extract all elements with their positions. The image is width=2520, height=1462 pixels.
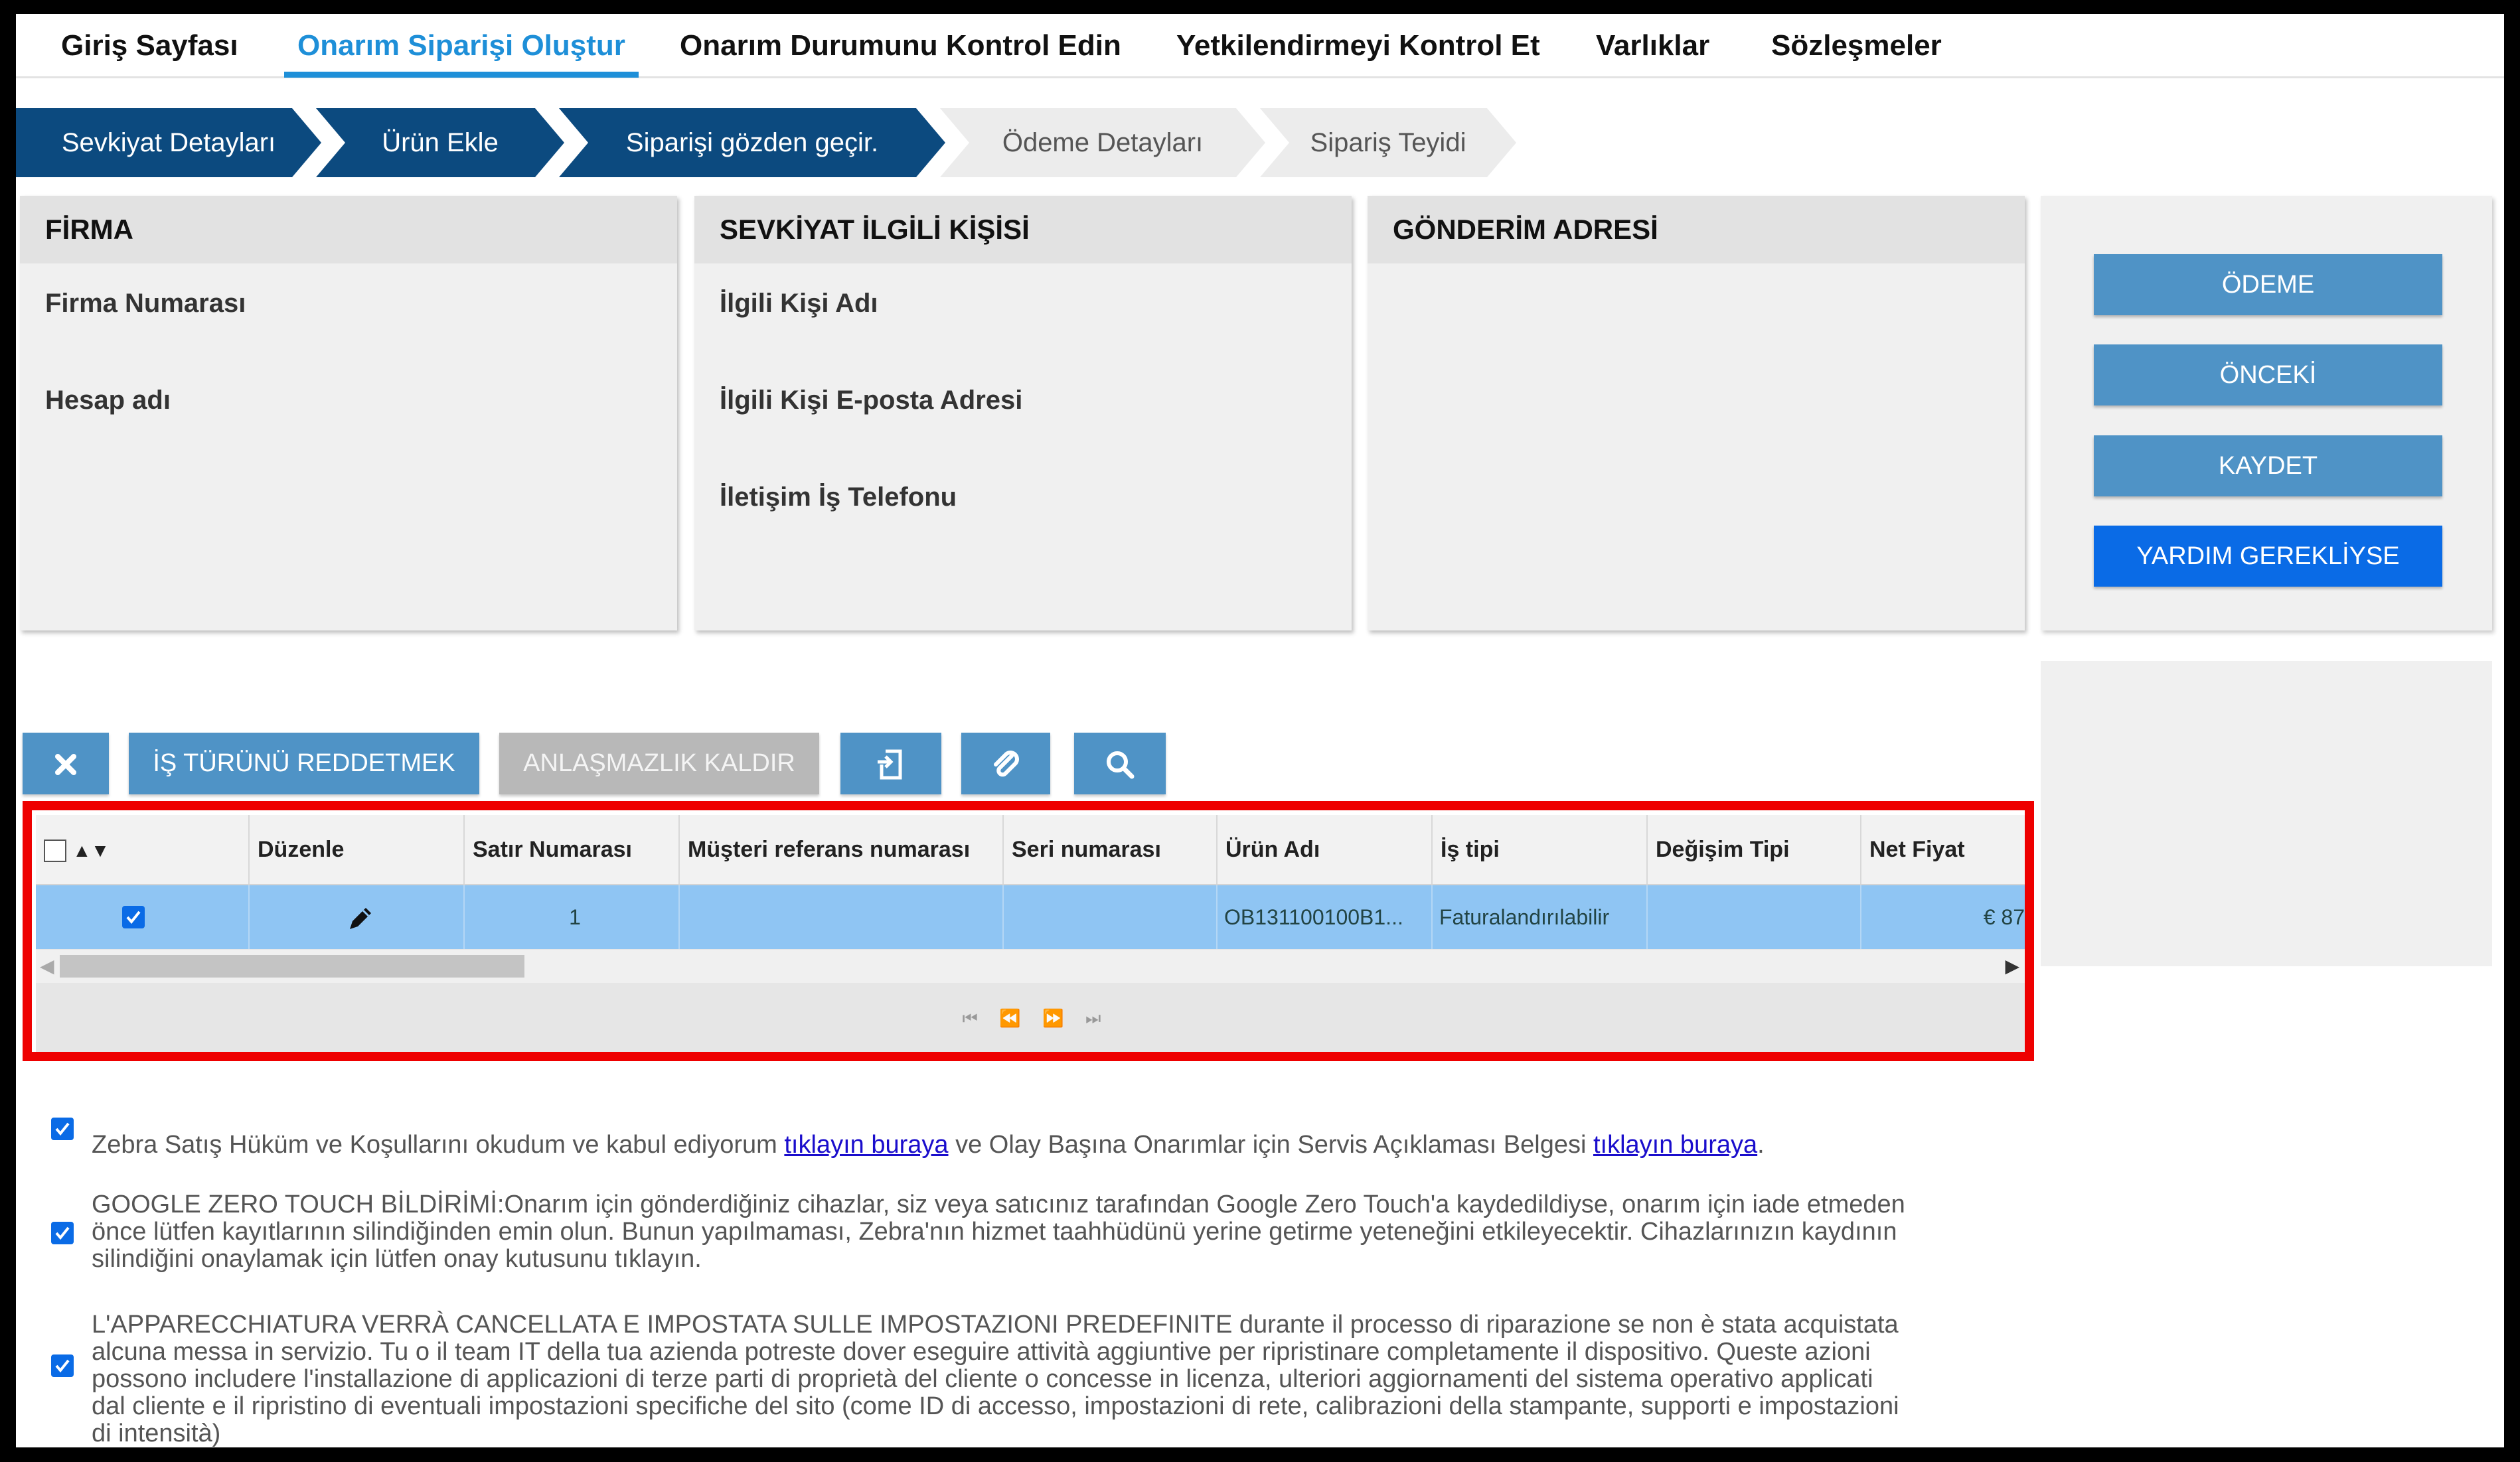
- attach-button[interactable]: [961, 733, 1050, 794]
- delete-button[interactable]: [23, 733, 109, 794]
- terms-text-part1: Zebra Satış Hüküm ve Koşullarını okudum …: [92, 1131, 785, 1159]
- company-number-label: Firma Numarası: [45, 289, 246, 318]
- factory-reset-line-5: di intensità): [92, 1420, 221, 1447]
- company-panel-title: FİRMA: [20, 196, 677, 263]
- screenshot-frame: Giriş Sayfası Onarım Siparişi Oluştur On…: [0, 0, 2520, 1462]
- zero-touch-line-2: önce lütfen kayıtlarının silindiğinden e…: [92, 1218, 1897, 1246]
- tab-create-repair-order[interactable]: Onarım Siparişi Oluştur: [284, 26, 639, 78]
- wizard-steps: Sevkiyat Detayları Ürün Ekle Siparişi gö…: [16, 108, 1516, 177]
- terms-text-part3: .: [1757, 1131, 1765, 1159]
- previous-button[interactable]: ÖNCEKİ: [2094, 344, 2442, 405]
- side-empty-area: [2041, 661, 2492, 966]
- contact-phone-label: İletişim İş Telefonu: [720, 482, 957, 512]
- zero-touch-checkbox[interactable]: [51, 1222, 74, 1244]
- factory-reset-line-2: alcuna messa in servizio. Tu o il team I…: [92, 1338, 1871, 1366]
- shipping-contact-title: SEVKİYAT İLGİLİ KİŞİSİ: [694, 196, 1352, 263]
- terms-text-part2: ve Olay Başına Onarımlar için Servis Açı…: [948, 1131, 1593, 1159]
- step-order-confirmation: Sipariş Teyidi: [1260, 108, 1516, 177]
- terms-text: Zebra Satış Hüküm ve Koşullarını okudum …: [92, 1132, 2043, 1159]
- step-shipping-details[interactable]: Sevkiyat Detayları: [16, 108, 321, 177]
- step-add-product[interactable]: Ürün Ekle: [316, 108, 564, 177]
- page: Giriş Sayfası Onarım Siparişi Oluştur On…: [16, 14, 2504, 1447]
- factory-reset-notice: L'APPARECCHIATURA VERRÀ CANCELLATA E IMP…: [92, 1311, 2043, 1447]
- import-button[interactable]: [840, 733, 941, 794]
- contact-email-label: İlgili Kişi E-posta Adresi: [720, 386, 1023, 415]
- factory-reset-checkbox[interactable]: [51, 1354, 74, 1377]
- action-panel: ÖDEME ÖNCEKİ KAYDET YARDIM GEREKLİYSE: [2041, 196, 2492, 630]
- reject-job-type-button[interactable]: İŞ TÜRÜNÜ REDDETMEK: [129, 733, 479, 794]
- step-payment-details: Ödeme Detayları: [940, 108, 1265, 177]
- company-panel: FİRMA Firma Numarası Hesap adı: [20, 196, 677, 630]
- zero-touch-line-1: GOOGLE ZERO TOUCH BİLDİRİMİ:Onarım için …: [92, 1191, 1905, 1218]
- help-button[interactable]: YARDIM GEREKLİYSE: [2094, 526, 2442, 587]
- top-nav: Giriş Sayfası Onarım Siparişi Oluştur On…: [16, 14, 2504, 78]
- factory-reset-line-1: L'APPARECCHIATURA VERRÀ CANCELLATA E IMP…: [92, 1311, 1899, 1339]
- import-icon: [878, 749, 902, 780]
- shipping-address-title: GÖNDERİM ADRESİ: [1368, 196, 2025, 263]
- factory-reset-line-3: possono includere l'installazione di app…: [92, 1365, 1873, 1393]
- shipping-address-panel: GÖNDERİM ADRESİ: [1368, 196, 2025, 630]
- tab-contracts[interactable]: Sözleşmeler: [1771, 26, 1942, 66]
- contact-name-label: İlgili Kişi Adı: [720, 289, 878, 318]
- payment-button[interactable]: ÖDEME: [2094, 254, 2442, 315]
- account-name-label: Hesap adı: [45, 386, 171, 415]
- search-icon: [1107, 751, 1135, 779]
- paperclip-icon: [994, 751, 1019, 777]
- tab-assets[interactable]: Varlıklar: [1596, 26, 1709, 66]
- close-icon: [55, 753, 76, 775]
- search-button[interactable]: [1074, 733, 1166, 794]
- zero-touch-line-3: silindiğini onaylamak için lütfen onay k…: [92, 1245, 702, 1273]
- remove-dispute-button: ANLAŞMAZLIK KALDIR: [499, 733, 819, 794]
- shipping-contact-panel: SEVKİYAT İLGİLİ KİŞİSİ İlgili Kişi Adı İ…: [694, 196, 1352, 630]
- zero-touch-notice: GOOGLE ZERO TOUCH BİLDİRİMİ:Onarım için …: [92, 1191, 2043, 1273]
- tab-check-authorization[interactable]: Yetkilendirmeyi Kontrol Et: [1176, 26, 1540, 66]
- factory-reset-line-4: dal cliente e il ripristino di eventuali…: [92, 1392, 1899, 1420]
- highlight-annotation: [23, 801, 2034, 1061]
- tab-check-repair-status[interactable]: Onarım Durumunu Kontrol Edin: [680, 26, 1121, 66]
- save-button[interactable]: KAYDET: [2094, 435, 2442, 496]
- terms-link[interactable]: tıklayın buraya: [784, 1131, 948, 1159]
- terms-checkbox[interactable]: [51, 1118, 74, 1140]
- step-review-order[interactable]: Siparişi gözden geçir.: [559, 108, 945, 177]
- service-description-link[interactable]: tıklayın buraya: [1593, 1131, 1757, 1159]
- tab-home[interactable]: Giriş Sayfası: [61, 26, 238, 66]
